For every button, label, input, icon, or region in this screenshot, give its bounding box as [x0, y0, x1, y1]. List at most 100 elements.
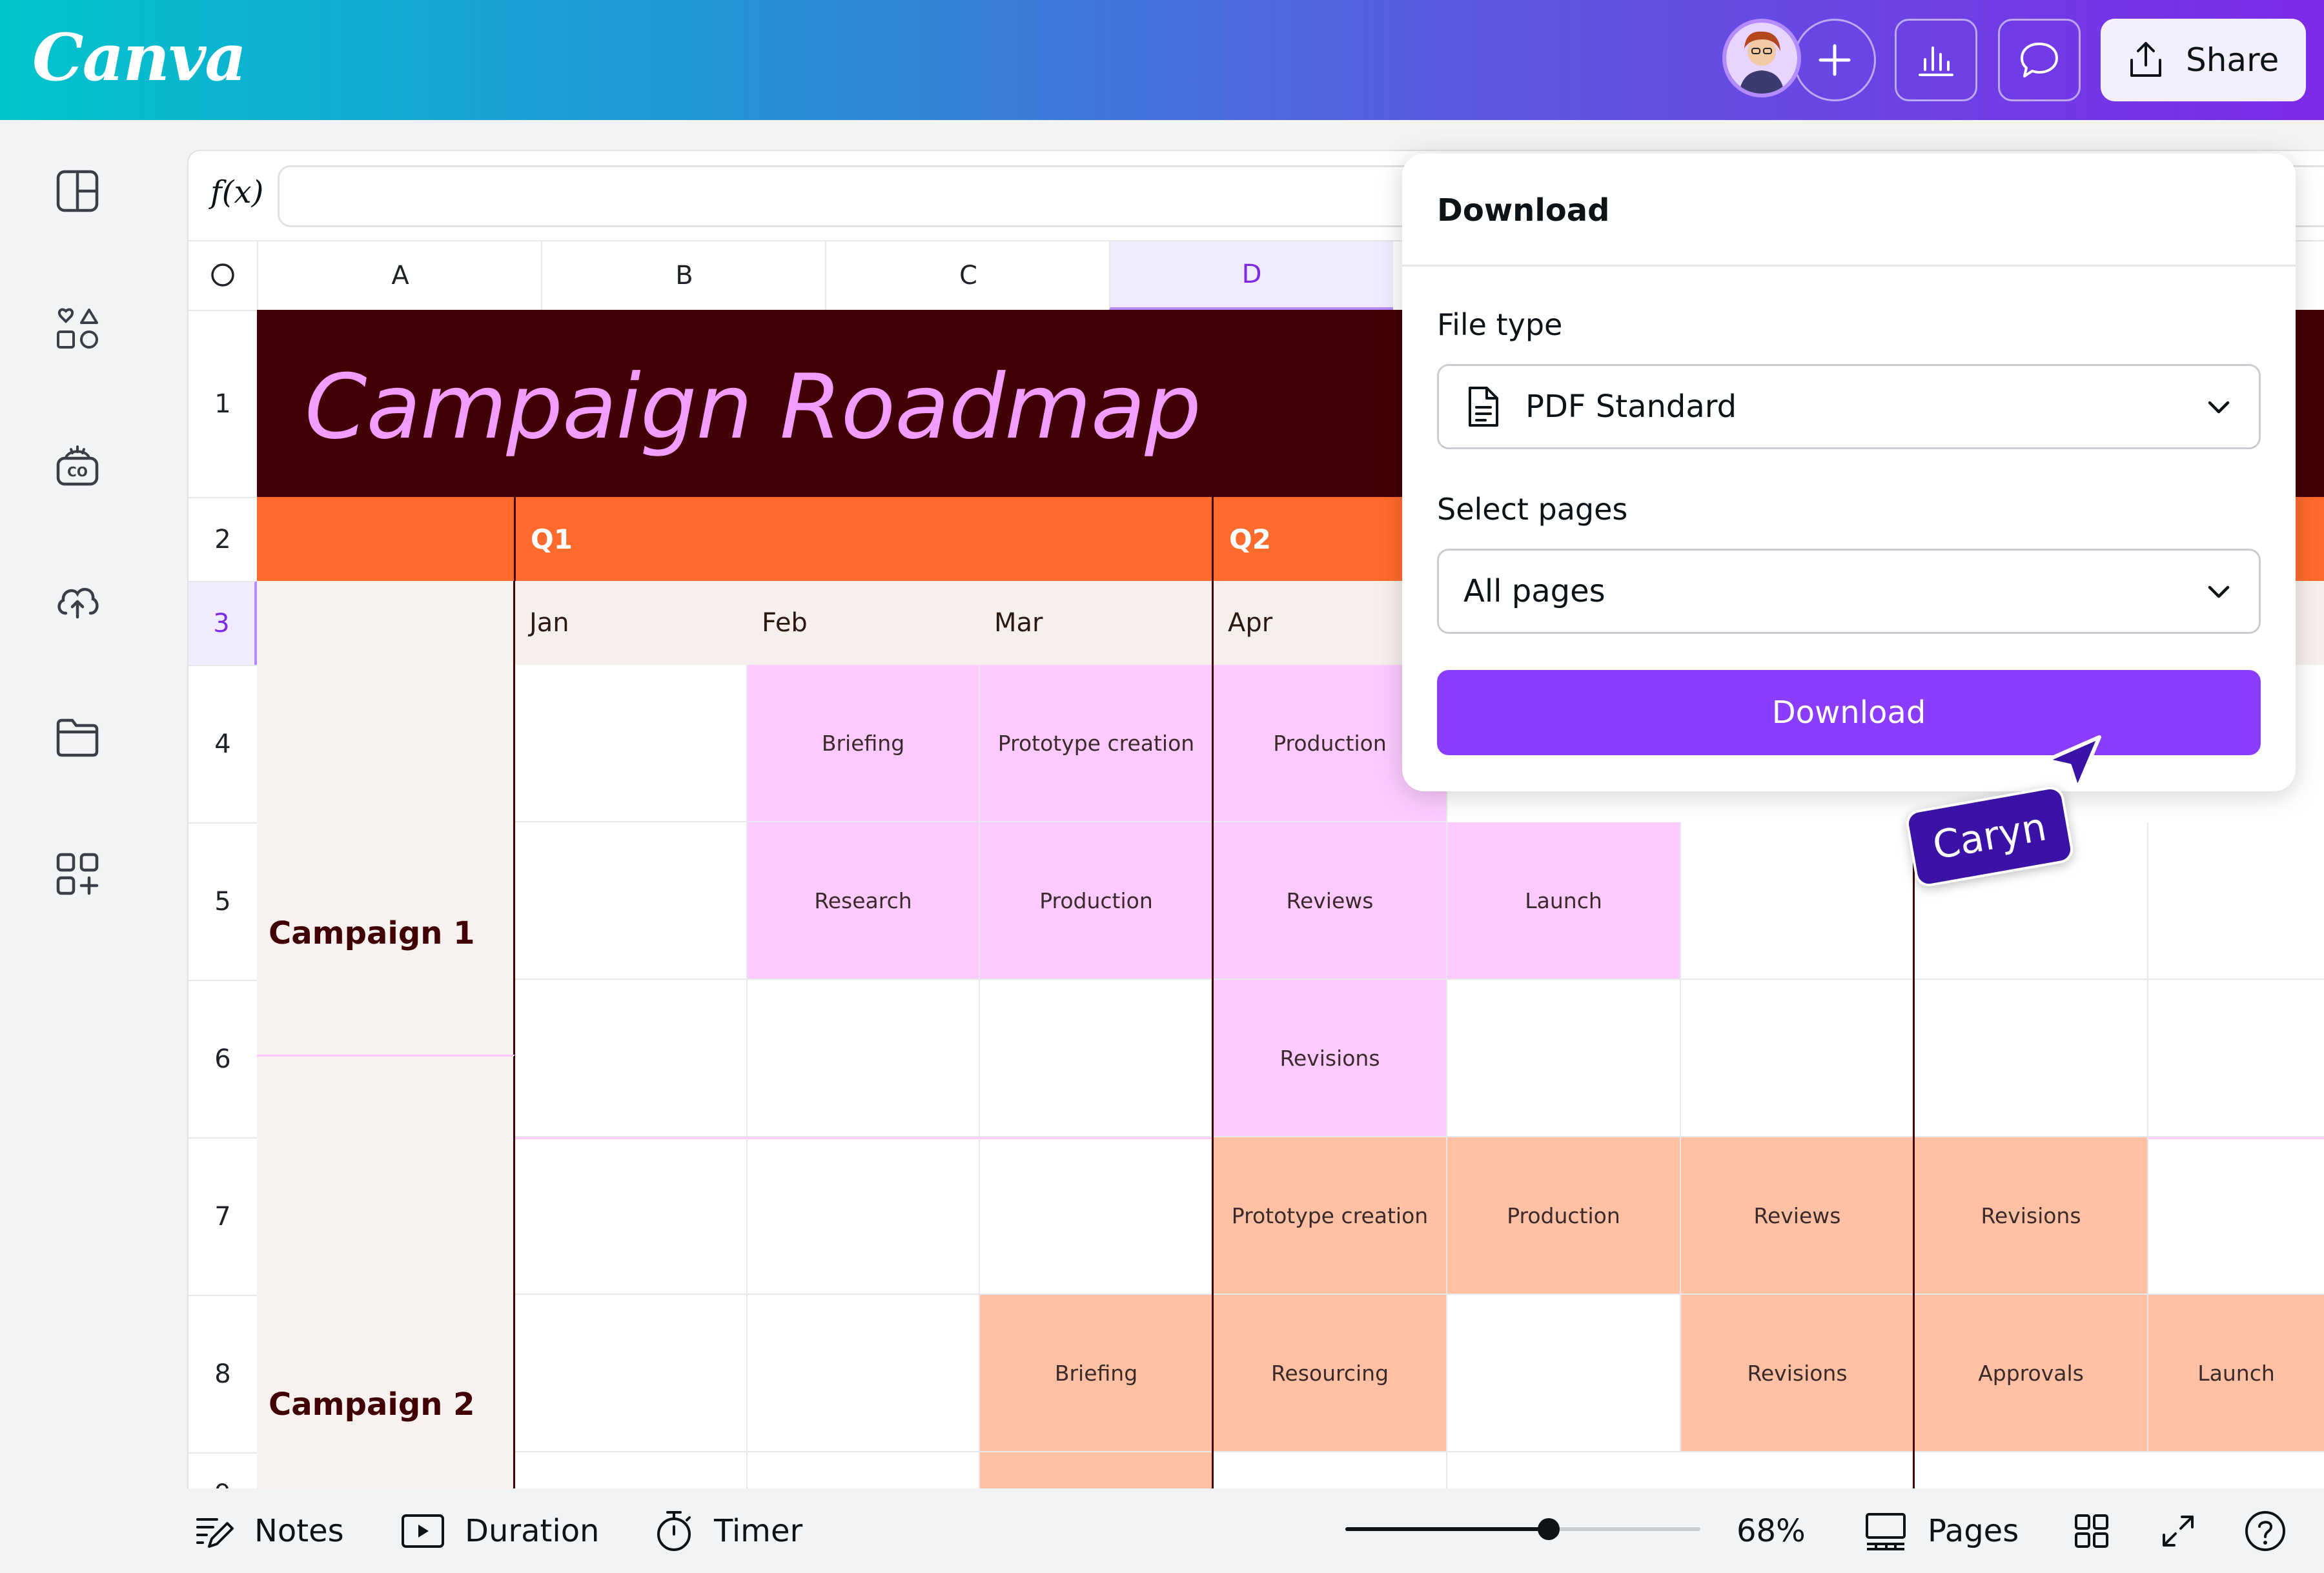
user-avatar[interactable] [1722, 19, 1801, 97]
share-button[interactable]: Share [2101, 19, 2306, 101]
row-header-1[interactable]: 1 [189, 310, 257, 497]
help-button[interactable] [2243, 1488, 2288, 1573]
row-header-9[interactable]: 9 [189, 1452, 257, 1488]
cell-empty[interactable] [1915, 980, 2148, 1137]
pages-button[interactable]: Pages [1863, 1488, 2019, 1573]
campaign-2-cell[interactable] [257, 1055, 515, 1488]
row-header-8[interactable]: 8 [189, 1295, 257, 1452]
folder-icon[interactable] [53, 713, 102, 762]
grid-view-button[interactable] [2072, 1488, 2111, 1573]
cell-empty[interactable] [1447, 980, 1681, 1137]
cell-jan-r4[interactable] [515, 665, 748, 822]
task-cell[interactable]: Resourcing [1214, 1295, 1447, 1452]
cell-empty[interactable] [980, 980, 1214, 1137]
row-header-6[interactable]: 6 [189, 980, 257, 1137]
cell-peach[interactable] [980, 1452, 1214, 1488]
cell-empty[interactable] [515, 1452, 748, 1488]
roadmap-title: Campaign Roadmap [305, 355, 1201, 459]
timer-button[interactable]: Timer [653, 1488, 802, 1573]
cell-empty[interactable] [515, 1295, 748, 1452]
stopwatch-icon [657, 1510, 691, 1551]
brand-icon[interactable]: CO [53, 440, 102, 489]
task-cell[interactable]: Prototype creation [1214, 1137, 1447, 1295]
comments-button[interactable] [1998, 19, 2081, 101]
grid-icon [2075, 1514, 2108, 1548]
month-apr: Apr [1228, 608, 1273, 638]
cloud-upload-icon[interactable] [53, 576, 102, 625]
task-cell[interactable]: Briefing [980, 1295, 1214, 1452]
left-sidebar: CO [0, 120, 155, 1488]
top-bar: Canva Share [0, 0, 2324, 120]
duration-button[interactable]: Duration [400, 1488, 599, 1573]
select-pages-value: All pages [1463, 573, 1605, 609]
zoom-level[interactable]: 68% [1737, 1488, 1806, 1573]
cell-empty[interactable] [980, 1137, 1214, 1295]
row-header-2[interactable]: 2 [189, 497, 257, 581]
elements-icon[interactable] [53, 305, 102, 354]
task-cell[interactable]: Briefing [748, 665, 980, 822]
column-header-c[interactable]: C [825, 241, 1110, 310]
add-collaborator-button[interactable] [1793, 19, 1876, 101]
quarter-divider [1212, 497, 1214, 1488]
cell-empty[interactable] [1447, 1295, 1681, 1452]
document-icon [1469, 387, 1498, 427]
cell-empty[interactable] [515, 1137, 748, 1295]
notes-icon [196, 1517, 234, 1548]
column-header-d[interactable]: D [1109, 241, 1393, 310]
task-cell[interactable]: Revisions [1681, 1295, 1915, 1452]
zoom-slider-handle[interactable] [1538, 1518, 1560, 1540]
task-cell[interactable]: Revisions [1915, 1137, 2148, 1295]
cell-empty[interactable] [748, 1137, 980, 1295]
task-cell[interactable]: Launch [1447, 822, 1681, 980]
task-cell[interactable]: Production [980, 822, 1214, 980]
timer-label: Timer [714, 1512, 803, 1549]
quarter-divider [514, 497, 518, 581]
download-button[interactable]: Download [1437, 670, 2261, 755]
column-header-a[interactable]: A [257, 241, 542, 310]
circle-icon [211, 263, 234, 287]
task-cell[interactable]: Production [1447, 1137, 1681, 1295]
fullscreen-button[interactable] [2159, 1488, 2197, 1573]
task-cell[interactable]: Research [748, 822, 980, 980]
task-cell[interactable]: Revisions [1214, 980, 1447, 1137]
task-cell[interactable]: Reviews [1681, 1137, 1915, 1295]
cell-empty[interactable] [748, 980, 980, 1137]
cell-jan-r5[interactable] [515, 822, 748, 980]
canva-logo[interactable]: Canva [32, 15, 247, 99]
quarter-label-q1: Q1 [531, 523, 573, 555]
task-cell[interactable]: Approvals [1915, 1295, 2148, 1452]
formula-label: f(x) [210, 174, 264, 210]
chevron-down-icon [2208, 401, 2230, 414]
row-header-7[interactable]: 7 [189, 1137, 257, 1295]
notes-button[interactable]: Notes [194, 1488, 344, 1573]
pages-icon [1866, 1512, 1906, 1550]
column-header-b[interactable]: B [541, 241, 826, 310]
cell-empty[interactable] [2148, 1137, 2324, 1295]
cell-empty[interactable] [1214, 1452, 1447, 1488]
apps-icon[interactable] [53, 849, 102, 898]
task-cell[interactable]: Reviews [1214, 822, 1447, 980]
task-cell[interactable]: Launch [2148, 1295, 2324, 1452]
task-cell[interactable]: Prototype creation [980, 665, 1214, 822]
row-header-4[interactable]: 4 [189, 665, 257, 822]
cell-empty[interactable] [748, 1452, 980, 1488]
row-header-3[interactable]: 3 [189, 581, 257, 665]
row-header-5[interactable]: 5 [189, 822, 257, 980]
select-all-corner[interactable] [189, 240, 257, 310]
bottom-bar: Notes Duration Timer 68% Pages [0, 1488, 2324, 1573]
campaign-2-label: Campaign 2 [269, 1386, 475, 1423]
file-type-select[interactable]: PDF Standard [1437, 364, 2261, 449]
zoom-slider-fill [1345, 1527, 1548, 1531]
cell-empty[interactable] [748, 1295, 980, 1452]
cell-empty[interactable] [515, 980, 748, 1137]
cell-empty[interactable] [2148, 822, 2324, 980]
insights-button[interactable] [1895, 19, 1977, 101]
duration-label: Duration [465, 1512, 600, 1549]
design-layout-icon[interactable] [53, 167, 102, 216]
select-pages-select[interactable]: All pages [1437, 549, 2261, 634]
pages-label: Pages [1928, 1512, 2019, 1549]
cell-empty[interactable] [2148, 980, 2324, 1137]
cell-empty[interactable] [1681, 822, 1915, 980]
campaign-1-cell[interactable] [257, 581, 515, 1055]
cell-empty[interactable] [1681, 980, 1915, 1137]
